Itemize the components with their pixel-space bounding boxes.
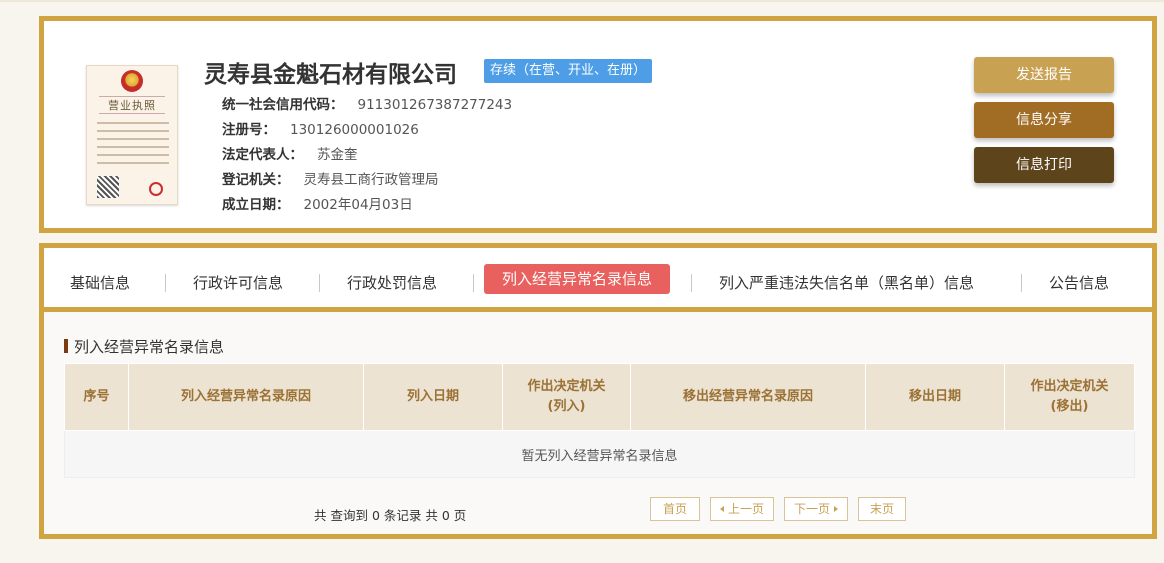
national-emblem-icon <box>121 70 143 92</box>
detail-card: 基础信息 行政许可信息 行政处罚信息 列入经营异常名录信息 列入严重违法失信名单… <box>39 243 1157 539</box>
tab-bar-divider <box>44 307 1152 312</box>
next-page-label: 下一页 <box>793 502 830 516</box>
info-label: 法定代表人： <box>222 147 303 163</box>
col-header-removal-authority: 作出决定机关 (移出) <box>1004 363 1135 431</box>
company-header-card: 营业执照 灵寿县金魁石材有限公司 存续（在营、开业、在册） 统一社会信用代码： 9… <box>39 16 1157 233</box>
section-title-text: 列入经营异常名录信息 <box>74 338 225 356</box>
col-header-index: 序号 <box>64 363 129 431</box>
status-badge: 存续（在营、开业、在册） <box>484 59 653 83</box>
license-title: 营业执照 <box>99 96 165 114</box>
prev-page-label: 上一页 <box>727 502 764 516</box>
seal-icon <box>149 182 163 196</box>
chevron-left-icon <box>719 506 724 512</box>
col-header-removal-reason: 移出经营异常名录原因 <box>630 363 866 431</box>
last-page-button[interactable]: 末页 <box>858 497 906 521</box>
tab-separator <box>1021 274 1022 292</box>
tab-announcements[interactable]: 公告信息 <box>1049 268 1109 298</box>
prev-page-button[interactable]: 上一页 <box>710 497 774 521</box>
table-row: 暂无列入经营异常名录信息 <box>64 430 1135 478</box>
pager-summary: 共 查询到 0 条记录 共 0 页 <box>314 508 467 523</box>
tab-admin-penalty[interactable]: 行政处罚信息 <box>347 268 437 298</box>
info-established-date: 成立日期： 2002年04月03日 <box>222 193 413 213</box>
tab-basic-info[interactable]: 基础信息 <box>70 268 130 298</box>
business-license-thumbnail[interactable]: 营业执照 <box>86 65 178 205</box>
table-header-row: 序号 列入经营异常名录原因 列入日期 作出决定机关 (列入) 移出经营异常名录原… <box>64 363 1135 431</box>
info-label: 登记机关： <box>222 172 290 188</box>
abnormal-list-table: 序号 列入经营异常名录原因 列入日期 作出决定机关 (列入) 移出经营异常名录原… <box>64 363 1135 478</box>
tab-abnormal-operation[interactable]: 列入经营异常名录信息 <box>484 264 671 294</box>
share-info-button[interactable]: 信息分享 <box>974 102 1114 138</box>
info-value: 灵寿县工商行政管理局 <box>303 172 439 188</box>
print-info-button[interactable]: 信息打印 <box>974 147 1114 183</box>
company-name: 灵寿县金魁石材有限公司 <box>204 62 457 88</box>
info-reg-number: 注册号： 130126000001026 <box>222 118 419 138</box>
tab-separator <box>165 274 166 292</box>
info-reg-authority: 登记机关： 灵寿县工商行政管理局 <box>222 168 439 188</box>
first-page-button[interactable]: 首页 <box>650 497 700 521</box>
section-title: 列入经营异常名录信息 <box>64 336 224 357</box>
info-credit-code: 统一社会信用代码： 911301267387277243 <box>222 93 512 113</box>
info-value: 苏金奎 <box>317 147 358 163</box>
col-header-listing-authority: 作出决定机关 (列入) <box>502 363 631 431</box>
info-value: 130126000001026 <box>290 122 419 138</box>
info-legal-rep: 法定代表人： 苏金奎 <box>222 143 358 163</box>
chevron-right-icon <box>834 506 838 512</box>
info-value: 911301267387277243 <box>357 97 513 113</box>
tab-separator <box>691 274 692 292</box>
info-label: 统一社会信用代码： <box>222 97 344 113</box>
empty-table-message: 暂无列入经营异常名录信息 <box>64 430 1135 478</box>
tab-separator <box>473 274 474 292</box>
info-value: 2002年04月03日 <box>303 197 413 213</box>
col-header-listing-reason: 列入经营异常名录原因 <box>128 363 364 431</box>
qr-code-icon <box>97 176 119 198</box>
send-report-button[interactable]: 发送报告 <box>974 57 1114 93</box>
tab-bar: 基础信息 行政许可信息 行政处罚信息 列入经营异常名录信息 列入严重违法失信名单… <box>44 248 1152 307</box>
tab-admin-license[interactable]: 行政许可信息 <box>193 268 283 298</box>
next-page-button[interactable]: 下一页 <box>784 497 848 521</box>
info-label: 成立日期： <box>222 197 290 213</box>
top-divider <box>0 0 1164 2</box>
col-header-removal-date: 移出日期 <box>865 363 1005 431</box>
section-marker-icon <box>64 339 68 353</box>
tab-blacklist[interactable]: 列入严重违法失信名单（黑名单）信息 <box>719 268 974 298</box>
info-label: 注册号： <box>222 122 276 138</box>
license-text-lines <box>97 122 169 170</box>
tab-separator <box>319 274 320 292</box>
col-header-listing-date: 列入日期 <box>363 363 503 431</box>
